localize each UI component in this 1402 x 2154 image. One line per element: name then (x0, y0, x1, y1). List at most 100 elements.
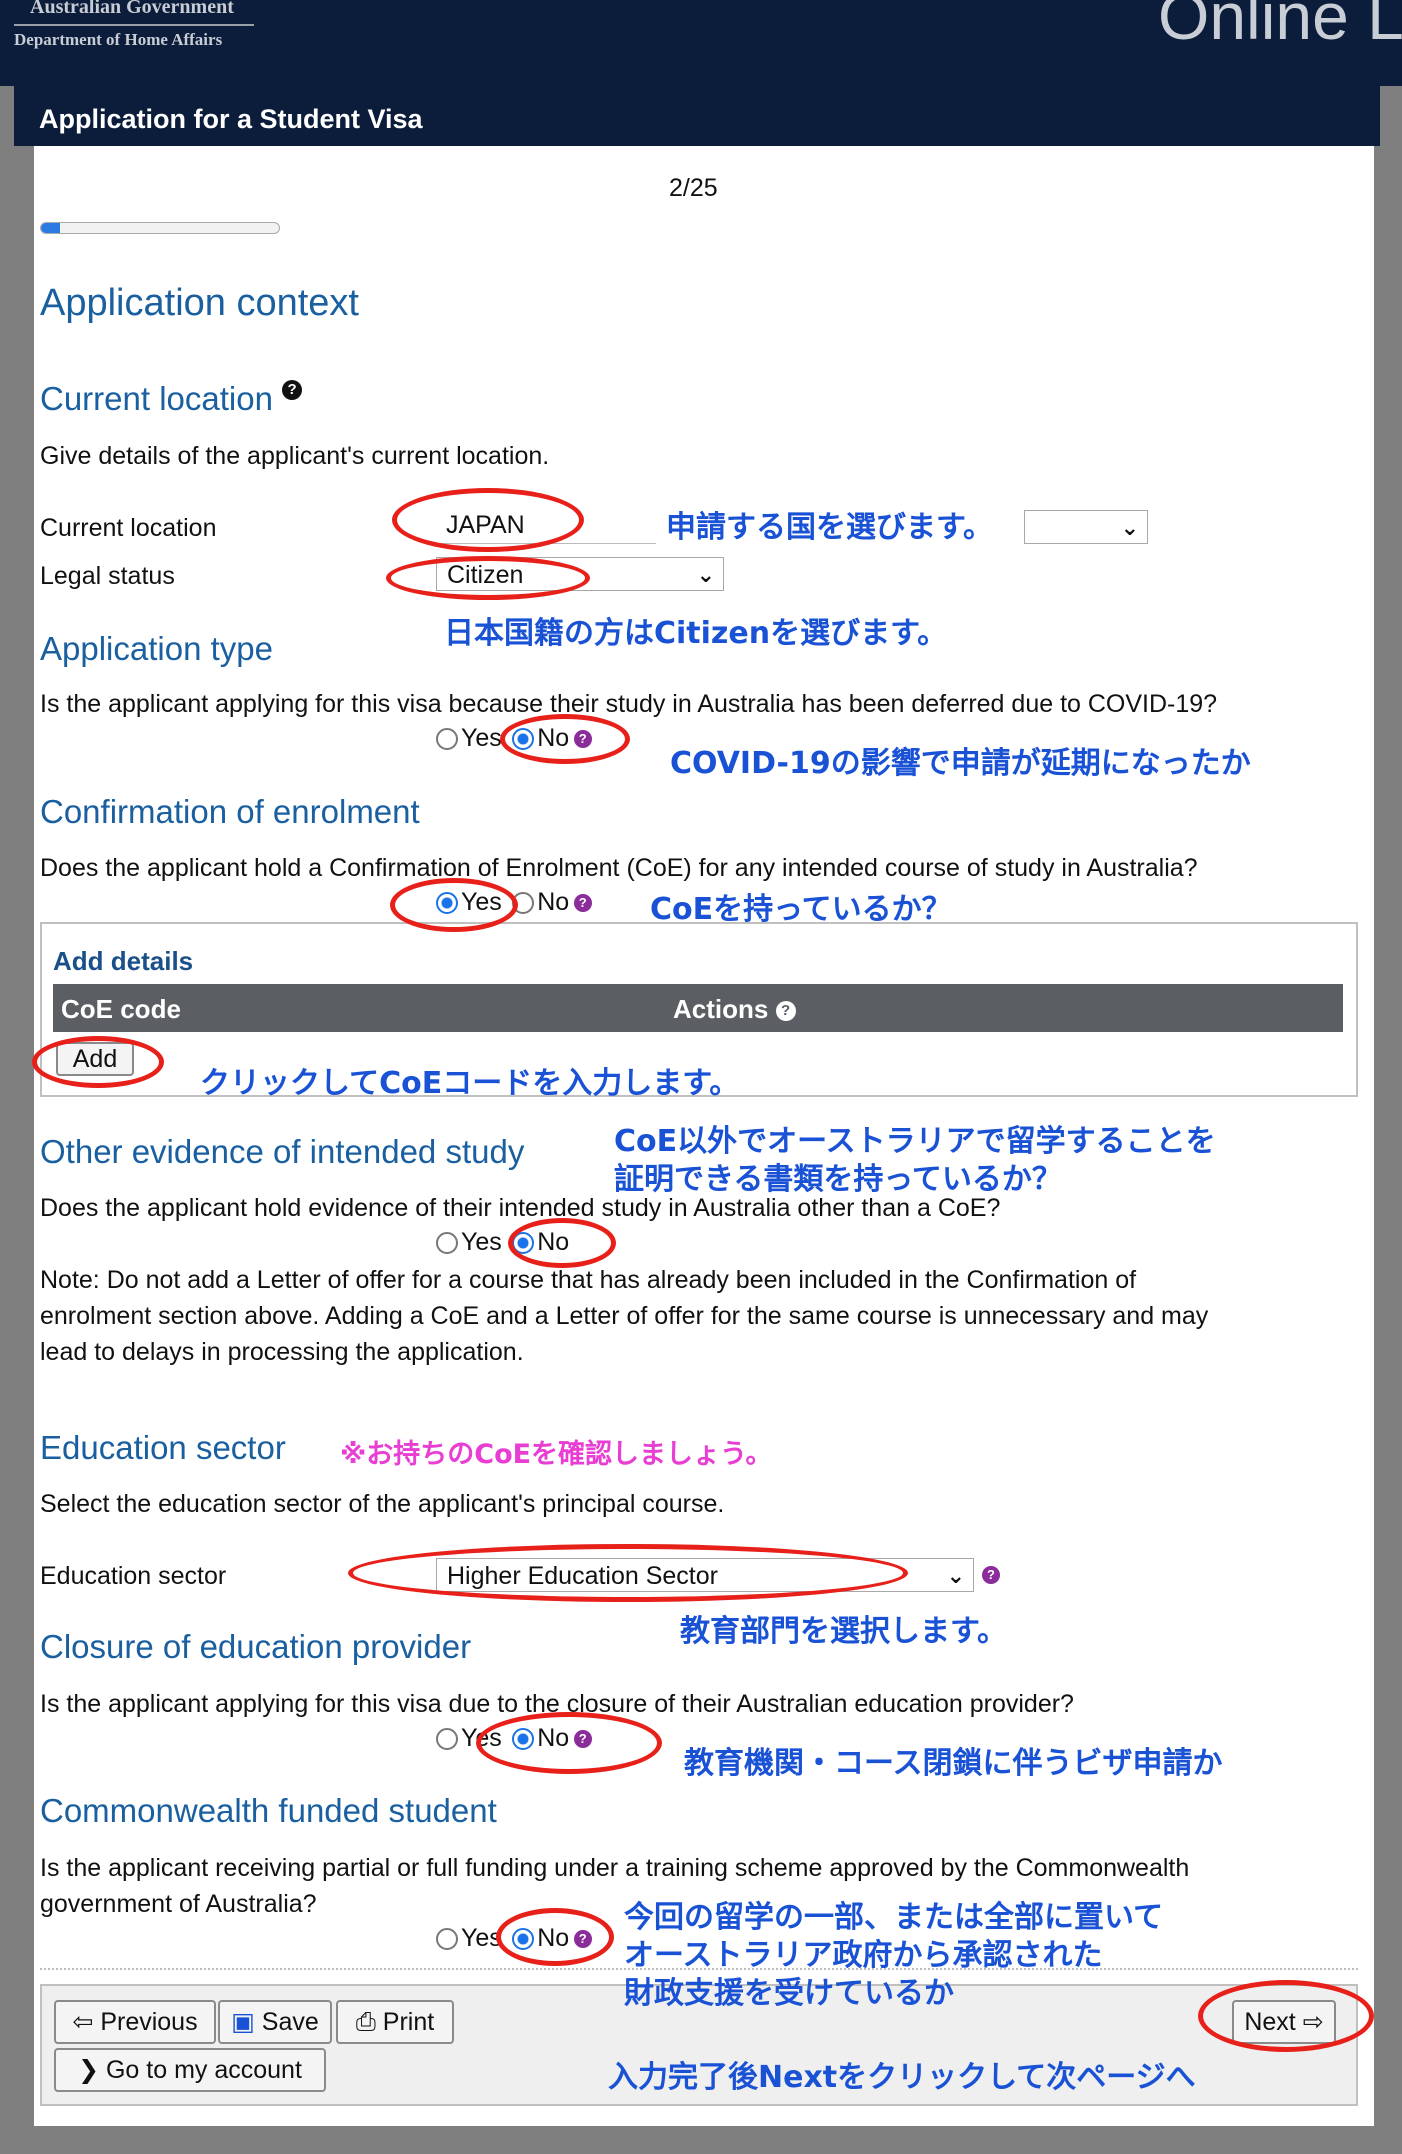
current-location-description: Give details of the applicant's current … (40, 442, 550, 470)
application-type-question: Is the applicant applying for this visa … (40, 690, 1218, 718)
commonwealth-radios: Yes No ? (436, 1924, 592, 1953)
radio-no-label: No (537, 888, 570, 916)
radio-no[interactable] (512, 1727, 535, 1750)
annotation-covid: COVID-19の影響で申請が延期になったか (670, 746, 1251, 781)
previous-button[interactable]: ⇦ Previous (54, 2000, 216, 2044)
current-location-label: Current location (40, 514, 217, 542)
radio-yes-label: Yes (461, 1724, 502, 1752)
radio-no-label: No (537, 1924, 570, 1952)
closure-radios: Yes No ? (436, 1724, 592, 1753)
radio-yes[interactable] (436, 891, 458, 914)
legal-status-value: Citizen (447, 561, 524, 589)
education-sector-heading: Education sector (40, 1429, 286, 1466)
site-title: Online L (1158, 0, 1402, 53)
annotation-funding-line-3: 財政支援を受けているか (624, 1976, 954, 2011)
coe-heading: Confirmation of enrolment (40, 793, 420, 830)
department-name: Department of Home Affairs (14, 30, 223, 49)
print-icon: ⎙ (355, 2008, 376, 2036)
annotation-closure: 教育機関・コース閉鎖に伴うビザ申請か (684, 1746, 1223, 1781)
radio-yes[interactable] (436, 727, 458, 750)
closure-heading: Closure of education provider (40, 1628, 472, 1665)
annotation-evidence-line-2: 証明できる書類を持っているか？ (614, 1162, 1062, 1197)
closure-question: Is the applicant applying for this visa … (40, 1690, 1074, 1718)
note-line-3: lead to delays in processing the applica… (40, 1338, 524, 1366)
radio-no-label: No (537, 1724, 570, 1752)
main-heading: Application context (40, 282, 359, 324)
previous-label: Previous (100, 2008, 198, 2036)
help-icon[interactable]: ? (982, 1566, 1000, 1584)
annotation-add: クリックしてCoEコードを入力します。 (200, 1066, 740, 1101)
page-title: Application for a Student Visa (39, 104, 423, 134)
arrow-left-icon: ⇦ (72, 2008, 94, 2036)
save-button[interactable]: ▣ Save (218, 2000, 332, 2044)
annotation-coe: CoEを持っているか？ (650, 892, 952, 927)
note-line-2: enrolment section above. Adding a CoE an… (40, 1302, 1209, 1330)
save-label: Save (261, 2008, 319, 2036)
coe-question: Does the applicant hold a Confirmation o… (40, 854, 1198, 882)
commonwealth-question-line-1: Is the applicant receiving partial or fu… (40, 1854, 1190, 1882)
print-label: Print (382, 2008, 435, 2036)
application-type-radios: Yes No ? (436, 724, 592, 753)
go-to-account-button[interactable]: ❯ Go to my account (54, 2048, 326, 2092)
radio-no[interactable] (512, 891, 535, 914)
radio-no-label: No (537, 724, 570, 752)
current-location-heading: Current location ? (40, 380, 303, 418)
coe-code-column: CoE code (61, 994, 181, 1024)
add-details-heading: Add details (53, 946, 194, 976)
save-icon: ▣ (231, 2008, 255, 2036)
account-label: Go to my account (105, 2056, 302, 2084)
help-icon[interactable]: ? (573, 893, 592, 912)
help-icon[interactable]: ? (573, 729, 592, 748)
current-location-select[interactable]: ⌄ (1024, 510, 1148, 544)
actions-column-label: Actions (673, 994, 769, 1024)
radio-yes[interactable] (436, 1231, 458, 1254)
legal-status-label: Legal status (40, 562, 175, 590)
radio-yes-label: Yes (461, 724, 502, 752)
chevron-down-icon: ⌄ (696, 562, 715, 587)
radio-yes[interactable] (436, 1727, 458, 1750)
education-sector-value: Higher Education Sector (447, 1562, 718, 1590)
add-coe-button[interactable]: Add (56, 1042, 134, 1076)
gov-divider (14, 24, 254, 26)
coe-radios: Yes No ? (436, 888, 592, 917)
commonwealth-heading: Commonwealth funded student (40, 1792, 497, 1829)
radio-yes-label: Yes (461, 1228, 502, 1256)
education-sector-description: Select the education sector of the appli… (40, 1490, 725, 1518)
chevron-down-icon: ⌄ (1120, 515, 1139, 540)
arrow-right-icon: ⇨ (1302, 2008, 1324, 2036)
education-sector-select[interactable]: Higher Education Sector ⌄ (436, 1558, 974, 1592)
radio-no[interactable] (512, 1231, 535, 1254)
page-counter: 2/25 (669, 174, 718, 202)
current-location-input[interactable]: JAPAN (436, 508, 656, 544)
help-icon[interactable]: ? (282, 380, 303, 400)
radio-no[interactable] (512, 1927, 535, 1950)
help-icon[interactable]: ? (775, 1001, 796, 1022)
radio-no[interactable] (512, 727, 535, 750)
annotation-sector: 教育部門を選択します。 (680, 1614, 1007, 1649)
radio-yes[interactable] (436, 1927, 458, 1950)
annotation-next: 入力完了後Nextをクリックして次ページへ (608, 2060, 1196, 2095)
commonwealth-question-line-2: government of Australia? (40, 1890, 317, 1918)
current-location-value: JAPAN (446, 511, 525, 539)
application-type-heading: Application type (40, 630, 273, 667)
page-title-bar: Application for a Student Visa (14, 64, 1380, 146)
actions-column: Actions ? (673, 994, 796, 1025)
coe-table-header: CoE code Actions ? (53, 984, 1343, 1032)
radio-yes-label: Yes (461, 888, 502, 916)
next-button[interactable]: Next ⇨ (1232, 2000, 1336, 2044)
note-line-1: Note: Do not add a Letter of offer for a… (40, 1266, 1137, 1294)
progress-fill (41, 223, 61, 233)
gov-name: Australian Government (30, 0, 234, 18)
progress-bar (40, 222, 280, 234)
other-evidence-heading: Other evidence of intended study (40, 1133, 525, 1170)
current-location-heading-text: Current location (40, 380, 273, 417)
radio-no-label: No (537, 1228, 570, 1256)
next-label: Next (1244, 2008, 1296, 2036)
chevron-down-icon: ⌄ (946, 1563, 965, 1588)
annotation-country: 申請する国を選びます。 (666, 510, 993, 545)
print-button[interactable]: ⎙ Print (336, 2000, 454, 2044)
help-icon[interactable]: ? (573, 1729, 592, 1748)
chevron-right-icon: ❯ (78, 2056, 100, 2084)
help-icon[interactable]: ? (573, 1929, 592, 1948)
legal-status-select[interactable]: Citizen ⌄ (436, 557, 724, 591)
